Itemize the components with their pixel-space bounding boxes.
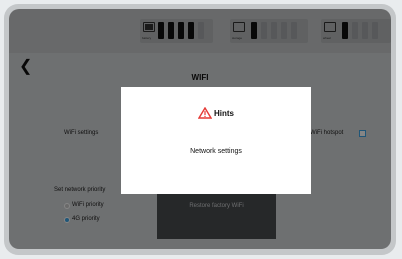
dialog-title-text: Hints: [214, 109, 234, 119]
dialog-title: Hints: [121, 106, 311, 121]
dialog-message: Network settings: [190, 148, 242, 155]
hints-dialog: Hints Network settings: [121, 87, 311, 194]
screen: battery storage wheel ❮ WIFI WiFi settin…: [9, 9, 391, 249]
tablet-frame: battery storage wheel ❮ WIFI WiFi settin…: [4, 4, 396, 255]
warning-icon: [197, 106, 213, 121]
